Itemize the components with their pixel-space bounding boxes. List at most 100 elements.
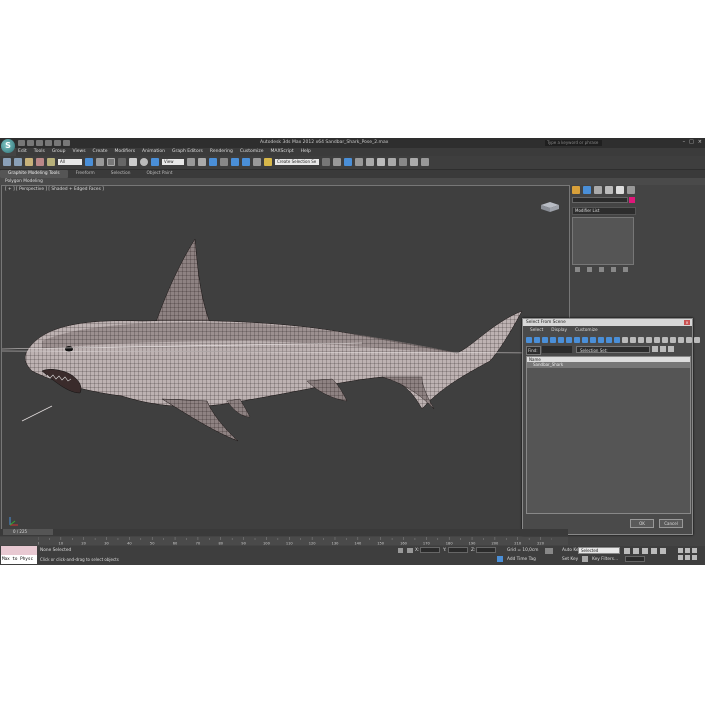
dialog-menu-select[interactable]: Select bbox=[530, 327, 543, 334]
display-hidden-icon[interactable] bbox=[614, 337, 620, 343]
reference-coordinate-dropdown[interactable]: View bbox=[162, 159, 184, 165]
maxscript-output[interactable] bbox=[1, 546, 37, 555]
set-key-icon[interactable] bbox=[545, 548, 553, 554]
display-helpers-icon[interactable] bbox=[558, 337, 564, 343]
keyboard-shortcut-icon[interactable] bbox=[209, 158, 217, 166]
display-geometry-icon[interactable] bbox=[526, 337, 532, 343]
absolute-mode-icon[interactable] bbox=[407, 548, 413, 553]
modifier-stack[interactable] bbox=[572, 217, 634, 265]
redo-toolbar-icon[interactable] bbox=[14, 158, 22, 166]
current-frame-field[interactable] bbox=[625, 556, 645, 562]
selection-lock-icon[interactable] bbox=[398, 548, 403, 553]
select-manipulate-icon[interactable] bbox=[198, 158, 206, 166]
viewcube-icon[interactable] bbox=[539, 199, 561, 213]
key-filters-button[interactable]: Key Filters... bbox=[592, 557, 618, 562]
tab-freeform[interactable]: Freeform bbox=[68, 170, 103, 178]
zoom-extents-icon[interactable] bbox=[692, 548, 697, 553]
next-frame-icon[interactable] bbox=[651, 548, 657, 554]
material-editor-icon[interactable] bbox=[388, 158, 396, 166]
display-xrefs-icon[interactable] bbox=[582, 337, 588, 343]
display-lights-icon[interactable] bbox=[542, 337, 548, 343]
select-by-name-icon[interactable] bbox=[96, 158, 104, 166]
selection-filter-dropdown[interactable]: All bbox=[58, 159, 82, 165]
display-containers-icon[interactable] bbox=[598, 337, 604, 343]
remove-modifier-icon[interactable] bbox=[611, 267, 616, 272]
save-file-icon[interactable] bbox=[36, 140, 43, 146]
modifier-list-dropdown[interactable]: Modifier List bbox=[572, 207, 636, 215]
render-production-icon[interactable] bbox=[421, 158, 429, 166]
spinner-snap-icon[interactable] bbox=[253, 158, 261, 166]
selection-set-remove-icon[interactable] bbox=[660, 346, 666, 352]
pin-stack-icon[interactable] bbox=[575, 267, 580, 272]
previous-frame-icon[interactable] bbox=[633, 548, 639, 554]
y-coordinate-field[interactable] bbox=[448, 547, 468, 553]
key-filter-icon[interactable] bbox=[582, 556, 588, 562]
utilities-tab-icon[interactable] bbox=[627, 186, 635, 194]
redo-icon[interactable] bbox=[54, 140, 61, 146]
schematic-view-icon[interactable] bbox=[377, 158, 385, 166]
field-of-view-icon[interactable] bbox=[678, 555, 683, 560]
menu-graph-editors[interactable]: Graph Editors bbox=[172, 148, 203, 156]
tab-object-paint[interactable]: Object Paint bbox=[139, 170, 181, 178]
selection-set-dropdown[interactable]: Selection Set: bbox=[576, 346, 650, 353]
maxscript-listener[interactable]: Max to Physc bbox=[1, 546, 37, 565]
play-icon[interactable] bbox=[642, 548, 648, 554]
selection-set-edit-icon[interactable] bbox=[668, 346, 674, 352]
project-folder-icon[interactable] bbox=[63, 140, 70, 146]
search-input[interactable]: Type a keyword or phrase bbox=[545, 140, 602, 146]
unlink-icon[interactable] bbox=[36, 158, 44, 166]
go-to-start-icon[interactable] bbox=[624, 548, 630, 554]
snaps-toggle-icon[interactable] bbox=[220, 158, 228, 166]
edit-named-selection-icon[interactable] bbox=[264, 158, 272, 166]
dialog-menu-display[interactable]: Display bbox=[551, 327, 567, 334]
undo-toolbar-icon[interactable] bbox=[3, 158, 11, 166]
selection-set-add-icon[interactable] bbox=[652, 346, 658, 352]
angle-snap-icon[interactable] bbox=[231, 158, 239, 166]
scale-icon[interactable] bbox=[151, 158, 159, 166]
orbit-icon[interactable] bbox=[692, 555, 697, 560]
track-bar[interactable]: 0 10 20 30 40 50 60 70 80 90 100 110 120 130 140 150 160… bbox=[0, 537, 568, 545]
rectangular-selection-icon[interactable] bbox=[107, 158, 115, 166]
open-file-icon[interactable] bbox=[27, 140, 34, 146]
dialog-close-button[interactable]: × bbox=[684, 320, 690, 325]
set-key-button[interactable]: Set Key bbox=[562, 557, 578, 562]
menu-help[interactable]: Help bbox=[301, 148, 311, 156]
select-none-icon[interactable] bbox=[654, 337, 660, 343]
mirror-icon[interactable] bbox=[322, 158, 330, 166]
create-tab-icon[interactable] bbox=[572, 186, 580, 194]
zoom-all-icon[interactable] bbox=[685, 548, 690, 553]
make-unique-icon[interactable] bbox=[599, 267, 604, 272]
viewport-label[interactable]: [ + ] [ Perspective ] [ Shaded + Edged F… bbox=[5, 187, 104, 192]
rotate-icon[interactable] bbox=[140, 158, 148, 166]
ok-button[interactable]: OK bbox=[630, 519, 654, 528]
show-end-result-icon[interactable] bbox=[587, 267, 592, 272]
display-shapes-icon[interactable] bbox=[534, 337, 540, 343]
key-mode-dropdown[interactable]: Selected bbox=[578, 547, 620, 554]
polygon-modeling-label[interactable]: Polygon Modeling bbox=[0, 179, 43, 184]
pivot-center-icon[interactable] bbox=[187, 158, 195, 166]
menu-animation[interactable]: Animation bbox=[142, 148, 165, 156]
go-to-end-icon[interactable] bbox=[660, 548, 666, 554]
find-input[interactable] bbox=[542, 346, 572, 353]
display-bones-icon[interactable] bbox=[590, 337, 596, 343]
close-window-button[interactable]: × bbox=[698, 139, 702, 145]
pan-icon[interactable] bbox=[685, 555, 690, 560]
display-tab-icon[interactable] bbox=[616, 186, 624, 194]
undo-icon[interactable] bbox=[45, 140, 52, 146]
configure-sets-icon[interactable] bbox=[623, 267, 628, 272]
curve-editor-icon[interactable] bbox=[366, 158, 374, 166]
zoom-icon[interactable] bbox=[678, 548, 683, 553]
menu-views[interactable]: Views bbox=[73, 148, 86, 156]
menu-create[interactable]: Create bbox=[93, 148, 108, 156]
window-crossing-icon[interactable] bbox=[118, 158, 126, 166]
display-invert-icon[interactable] bbox=[638, 337, 644, 343]
display-all-icon[interactable] bbox=[622, 337, 628, 343]
tab-graphite-modeling-tools[interactable]: Graphite Modeling Tools bbox=[0, 170, 68, 178]
display-groups-icon[interactable] bbox=[574, 337, 580, 343]
graphite-toggle-icon[interactable] bbox=[355, 158, 363, 166]
shark-mesh[interactable] bbox=[2, 231, 569, 451]
menu-modifiers[interactable]: Modifiers bbox=[115, 148, 136, 156]
maximize-button[interactable]: □ bbox=[689, 139, 694, 145]
object-color-swatch[interactable] bbox=[629, 197, 635, 203]
tab-selection[interactable]: Selection bbox=[103, 170, 139, 178]
